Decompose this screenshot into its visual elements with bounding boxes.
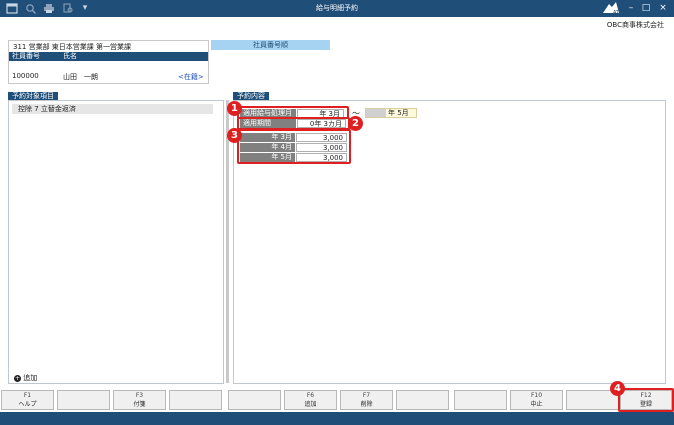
- f6-add-button[interactable]: F6 追加: [284, 390, 337, 410]
- department-label: 311 営業部 東日本営業課 第一営業課: [13, 43, 132, 51]
- highlight-box-3: [237, 129, 351, 164]
- f2-button[interactable]: [57, 390, 110, 410]
- title-bar: ▾ 給与明細予約 AT – □ ×: [0, 0, 674, 17]
- f7-delete-button[interactable]: F7 削除: [340, 390, 393, 410]
- reservation-items-panel: 控除 7 立替金返済: [8, 100, 224, 384]
- f1-help-button[interactable]: F1 ヘルプ: [1, 390, 54, 410]
- employee-info: 311 営業部 東日本営業課 第一営業課 社員番号 氏名 100000 山田 一…: [8, 40, 209, 84]
- employee-name: 山田 一朗: [63, 73, 98, 81]
- f4-button[interactable]: [169, 390, 222, 410]
- list-item[interactable]: 控除 7 立替金返済: [12, 104, 213, 114]
- end-month-value: 年 5月: [388, 109, 409, 117]
- svg-text:AT: AT: [613, 10, 620, 15]
- end-month-year-segment: [366, 109, 386, 117]
- plus-icon: +: [14, 374, 21, 382]
- employment-status: <在籍>: [178, 73, 204, 81]
- f9-button[interactable]: [454, 390, 507, 410]
- fkey-code: F7: [362, 392, 371, 399]
- fkey-label: 付箋: [133, 401, 146, 408]
- employee-header: 社員番号 氏名: [9, 52, 208, 61]
- fkey-code: F10: [530, 392, 543, 399]
- add-item-label: 追加: [23, 374, 38, 382]
- window-title: 給与明細予約: [316, 4, 358, 12]
- status-bar: [0, 412, 674, 425]
- f10-cancel-button[interactable]: F10 中止: [510, 390, 563, 410]
- fkey-label: 中止: [530, 401, 543, 408]
- callout-badge-1: 1: [227, 101, 242, 116]
- obc-logo-icon: AT: [601, 1, 621, 16]
- employee-number-order-button[interactable]: 社員番号順: [211, 40, 330, 50]
- close-button[interactable]: ×: [656, 2, 670, 15]
- maximize-button[interactable]: □: [639, 2, 653, 15]
- fkey-code: F1: [23, 392, 32, 399]
- end-month-field[interactable]: 年 5月: [365, 108, 417, 118]
- employee-number-header: 社員番号: [12, 52, 40, 60]
- f5-button[interactable]: [228, 390, 281, 410]
- callout-badge-3: 3: [227, 128, 242, 143]
- employee-name-header: 氏名: [63, 52, 77, 60]
- fkey-label: ヘルプ: [18, 401, 37, 408]
- f8-button[interactable]: [396, 390, 449, 410]
- panel-splitter[interactable]: [226, 100, 229, 383]
- company-name: OBC商事株式会社: [606, 21, 664, 29]
- highlight-box-4: [618, 388, 674, 412]
- fkey-code: F6: [306, 392, 315, 399]
- fkey-label: 削除: [360, 401, 373, 408]
- employee-number: 100000: [12, 72, 39, 80]
- callout-badge-4: 4: [610, 381, 625, 396]
- minimize-button[interactable]: –: [624, 2, 638, 15]
- f3-sticky-note-button[interactable]: F3 付箋: [113, 390, 166, 410]
- callout-badge-2: 2: [348, 116, 363, 131]
- add-item-button[interactable]: + 追加: [14, 373, 37, 383]
- fkey-code: F3: [135, 392, 144, 399]
- fkey-label: 追加: [304, 401, 317, 408]
